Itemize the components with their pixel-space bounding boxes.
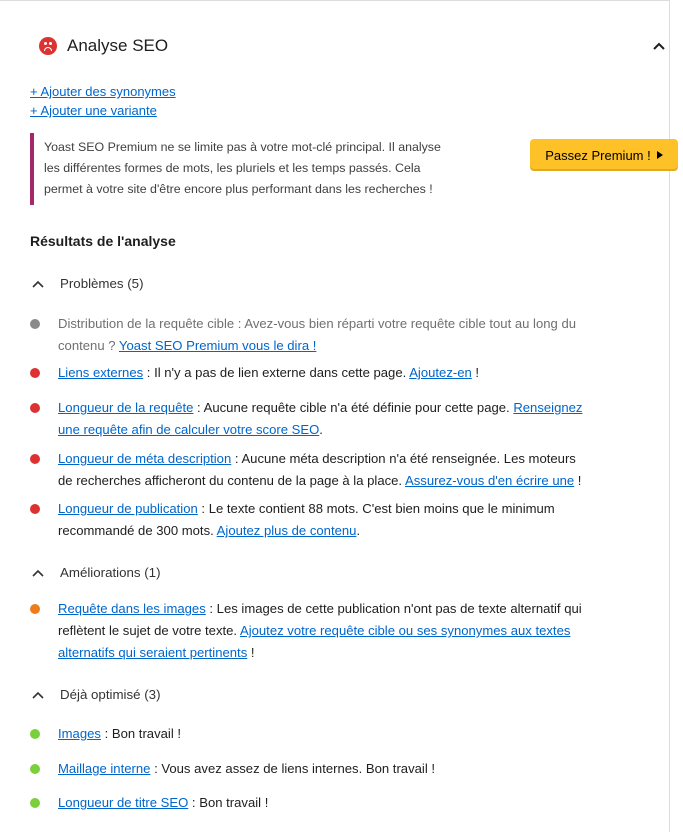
add-external-link[interactable]: Ajoutez-en (409, 365, 472, 380)
grey-bullet-icon (30, 319, 40, 329)
result-text: : Vous avez assez de liens internes. Bon… (150, 761, 436, 776)
result-text: : Aucune requête cible n'a été définie p… (193, 400, 514, 415)
set-keyphrase-link[interactable]: Renseignez (513, 400, 582, 415)
result-text: : Bon travail ! (100, 726, 182, 741)
chevron-up-icon (32, 691, 44, 699)
sad-face-icon (39, 37, 57, 55)
panel-title: Analyse SEO (67, 36, 169, 55)
result-text: ! (247, 645, 255, 660)
seo-title-length-link[interactable]: Longueur de titre SEO (58, 795, 188, 810)
premium-promo: Yoast SEO Premium ne se limite pas à vot… (30, 133, 515, 205)
result-text: . (356, 523, 361, 538)
result-item: Maillage interne : Vous avez assez de li… (30, 758, 660, 780)
result-text: Distribution de la requête cible : Avez-… (58, 316, 577, 331)
results-title: Résultats de l'analyse (30, 233, 176, 249)
result-item: Requête dans les images : Les images de … (30, 598, 660, 664)
result-item: Longueur de titre SEO : Bon travail ! (30, 792, 660, 814)
group-improvements-label: Améliorations (1) (60, 565, 161, 580)
images-link[interactable]: Images (58, 726, 101, 741)
add-alt-text-link[interactable]: alternatifs qui seraient pertinents (58, 645, 247, 660)
result-item: Longueur de publication : Le texte conti… (30, 498, 660, 542)
premium-tells-link[interactable]: Yoast SEO Premium vous le dira ! (119, 338, 316, 353)
green-bullet-icon (30, 798, 40, 808)
set-keyphrase-link[interactable]: une requête afin de calculer votre score… (58, 422, 319, 437)
red-bullet-icon (30, 368, 40, 378)
red-bullet-icon (30, 403, 40, 413)
result-text: contenu ? (58, 338, 119, 353)
green-bullet-icon (30, 764, 40, 774)
text-length-link[interactable]: Longueur de publication (58, 501, 198, 516)
result-text: : Bon travail ! (188, 795, 269, 810)
result-item: Distribution de la requête cible : Avez-… (30, 313, 660, 357)
promo-line: permet à votre site d'être encore plus p… (44, 182, 433, 196)
red-bullet-icon (30, 454, 40, 464)
play-arrow-icon (656, 151, 663, 159)
add-synonyms-link[interactable]: + Ajouter des synonymes (30, 84, 176, 99)
orange-bullet-icon (30, 604, 40, 614)
panel-header[interactable]: Analyse SEO (0, 1, 669, 65)
image-keyphrase-link[interactable]: Requête dans les images (58, 601, 206, 616)
add-links: + Ajouter des synonymes + Ajouter une va… (30, 82, 176, 120)
add-alt-text-link[interactable]: Ajoutez votre requête cible ou ses synon… (240, 623, 570, 638)
external-links-link[interactable]: Liens externes (58, 365, 143, 380)
go-premium-button[interactable]: Passez Premium ! (530, 139, 678, 171)
keyphrase-length-link[interactable]: Longueur de la requête (58, 400, 193, 415)
meta-length-link[interactable]: Longueur de méta description (58, 451, 231, 466)
result-item: Images : Bon travail ! (30, 723, 660, 745)
result-text: . (319, 422, 323, 437)
add-variant-link[interactable]: + Ajouter une variante (30, 103, 157, 118)
chevron-up-icon (32, 569, 44, 577)
seo-analysis-panel: Analyse SEO + Ajouter des synonymes + Aj… (0, 0, 678, 832)
result-text: ! (471, 365, 480, 380)
go-premium-label: Passez Premium ! (545, 147, 651, 163)
result-item: Liens externes : Il n'y a pas de lien ex… (30, 362, 660, 384)
result-text: ! (574, 473, 582, 488)
red-bullet-icon (30, 504, 40, 514)
green-bullet-icon (30, 729, 40, 739)
chevron-up-icon[interactable] (652, 41, 666, 51)
result-text: : Aucune méta description n'a été rensei… (231, 451, 576, 466)
add-content-link[interactable]: Ajoutez plus de contenu (217, 523, 357, 538)
promo-line: Yoast SEO Premium ne se limite pas à vot… (44, 140, 441, 154)
group-improvements-toggle[interactable]: Améliorations (1) (30, 565, 161, 580)
promo-line: les différentes formes de mots, les plur… (44, 161, 421, 175)
group-good-toggle[interactable]: Déjà optimisé (3) (30, 687, 161, 702)
group-problems-toggle[interactable]: Problèmes (5) (30, 276, 144, 291)
result-text: reflètent le sujet de votre texte. (58, 623, 240, 638)
result-text: recommandé de 300 mots. (58, 523, 217, 538)
result-item: Longueur de méta description : Aucune mé… (30, 448, 660, 492)
result-text: de recherches afficheront du contenu de … (58, 473, 405, 488)
write-meta-link[interactable]: Assurez-vous d'en écrire une (405, 473, 574, 488)
group-problems-label: Problèmes (5) (60, 276, 144, 291)
chevron-up-icon (32, 280, 44, 288)
result-item: Longueur de la requête : Aucune requête … (30, 397, 660, 441)
internal-links-link[interactable]: Maillage interne (58, 761, 150, 776)
result-text: : Le texte contient 88 mots. C'est bien … (197, 501, 555, 516)
result-text: : Il n'y a pas de lien externe dans cett… (143, 365, 410, 380)
result-text: : Les images de cette publication n'ont … (205, 601, 582, 616)
group-good-label: Déjà optimisé (3) (60, 687, 161, 702)
